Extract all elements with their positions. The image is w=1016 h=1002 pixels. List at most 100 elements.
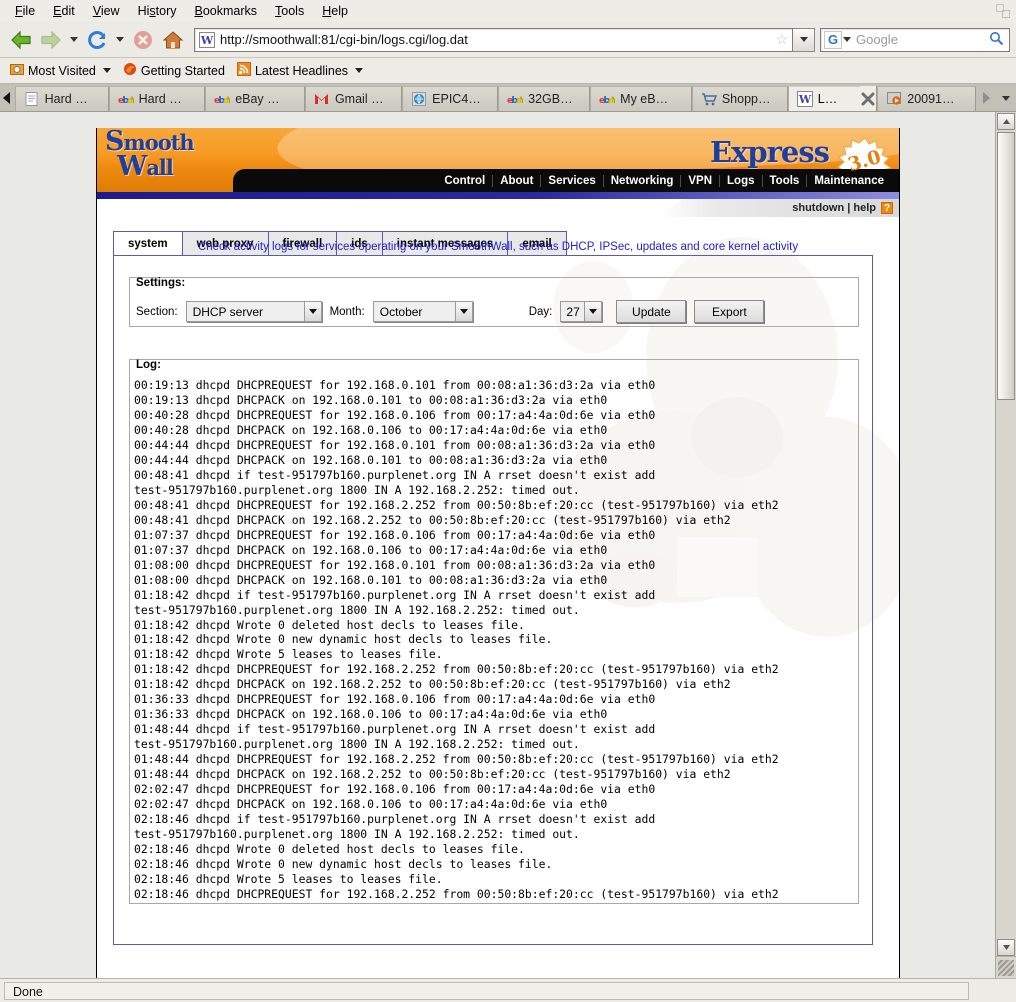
log-line: 02:02:47 dhcpd DHCPACK on 192.168.0.106 …: [134, 797, 854, 812]
log-line: 01:08:00 dhcpd DHCPREQUEST for 192.168.0…: [134, 558, 854, 573]
reload-button[interactable]: [82, 25, 112, 55]
chevron-down-icon[interactable]: [584, 302, 601, 321]
tab-label: Hard Dri...: [139, 92, 189, 106]
bookmark-latest-headlines[interactable]: Latest Headlines: [233, 60, 371, 81]
close-tab-icon[interactable]: [860, 86, 877, 111]
log-line: 00:19:13 dhcpd DHCPACK on 192.168.0.101 …: [134, 393, 854, 408]
browser-tab-9[interactable]: 2009103...: [877, 86, 976, 111]
smoothwall-main-nav: Control About Services Networking VPN Lo…: [233, 169, 899, 192]
menu-item-edit[interactable]: Edit: [44, 3, 84, 19]
url-history-dropdown-icon[interactable]: [793, 28, 815, 52]
browser-tab-5[interactable]: ebaY 32GB, S...: [498, 86, 590, 111]
menu-item-view[interactable]: View: [84, 3, 129, 19]
ebay-icon: ebaY: [507, 91, 523, 107]
export-button[interactable]: Export: [694, 300, 764, 323]
svg-text:W: W: [200, 34, 214, 47]
update-button[interactable]: Update: [616, 300, 686, 323]
search-engine-dropdown-icon[interactable]: [843, 37, 851, 42]
page-description: Check activity logs for services operati…: [97, 241, 899, 253]
url-text[interactable]: http://smoothwall:81/cgi-bin/logs.cgi/lo…: [220, 32, 775, 47]
log-line: 01:36:33 dhcpd DHCPACK on 192.168.0.106 …: [134, 707, 854, 722]
help-badge-icon[interactable]: ?: [881, 202, 893, 214]
tab-label: Gmail - I...: [335, 92, 385, 106]
log-line: test-951797b160.purplenet.org 1800 IN A …: [134, 483, 854, 498]
shutdown-help-link[interactable]: shutdown | help: [792, 202, 876, 214]
tab-label: Log ...: [818, 92, 844, 106]
smoothwall-logo[interactable]: Smooth Wall: [105, 131, 191, 179]
reload-dropdown-icon[interactable]: [112, 25, 128, 55]
nav-item-about[interactable]: About: [493, 175, 541, 187]
menu-item-bookmarks[interactable]: Bookmarks: [186, 3, 267, 19]
back-forward-dropdown-icon[interactable]: [66, 25, 82, 55]
page-favicon-icon: W: [197, 30, 217, 50]
bookmarks-toolbar: Most Visited Getting Started Latest Head…: [0, 58, 1016, 84]
search-icon[interactable]: [989, 31, 1004, 49]
tab-label: 2009103...: [907, 92, 959, 106]
chevron-down-icon[interactable]: [455, 302, 472, 321]
menu-item-history[interactable]: History: [129, 3, 186, 19]
section-select[interactable]: DHCP server: [186, 301, 322, 322]
browser-tab-6[interactable]: ebaY My eBay ...: [590, 86, 692, 111]
month-value: October: [380, 305, 423, 319]
scroll-up-icon[interactable]: [997, 113, 1015, 130]
bookmark-most-visited[interactable]: Most Visited: [6, 60, 119, 81]
nav-item-control[interactable]: Control: [437, 175, 493, 187]
url-bar[interactable]: W http://smoothwall:81/cgi-bin/logs.cgi/…: [194, 28, 793, 52]
tab-label: 32GB, S...: [528, 92, 573, 106]
window-resize-icon[interactable]: [996, 4, 1010, 18]
menu-item-help[interactable]: Help: [313, 3, 357, 19]
stop-button[interactable]: [128, 25, 158, 55]
bookmark-getting-started[interactable]: Getting Started: [119, 60, 233, 81]
tab-scroll-left-icon[interactable]: [0, 85, 15, 111]
section-value: DHCP server: [193, 305, 263, 319]
menu-item-tools[interactable]: Tools: [266, 3, 313, 19]
browser-tab-0[interactable]: Hard Dri...: [15, 86, 109, 111]
tab-list-dropdown-icon[interactable]: [996, 85, 1016, 111]
nav-item-networking[interactable]: Networking: [604, 175, 682, 187]
scrollbar-thumb[interactable]: [997, 132, 1015, 400]
page-scrollbar-vertical[interactable]: [995, 112, 1016, 978]
log-line: 01:18:42 dhcpd DHCPACK on 192.168.2.252 …: [134, 677, 854, 692]
smoothwall-page: Smooth Wall Express 3.0 Control About Se…: [96, 128, 900, 978]
bookmark-star-icon[interactable]: ☆: [775, 31, 788, 48]
page-viewport: Smooth Wall Express 3.0 Control About Se…: [0, 112, 1016, 978]
scroll-down-icon[interactable]: [997, 939, 1015, 956]
log-line: 01:07:37 dhcpd DHCPACK on 192.168.0.106 …: [134, 543, 854, 558]
home-button[interactable]: [158, 25, 188, 55]
browser-tab-8-active[interactable]: W Log ...: [788, 86, 860, 111]
chevron-down-icon[interactable]: [304, 302, 321, 321]
log-line: test-951797b160.purplenet.org 1800 IN A …: [134, 827, 854, 842]
chevron-down-icon[interactable]: [355, 68, 363, 73]
search-input[interactable]: Google: [851, 32, 989, 47]
nav-item-services[interactable]: Services: [541, 175, 603, 187]
browser-tab-2[interactable]: ebaY eBay Sel...: [205, 86, 305, 111]
search-engine-icon[interactable]: G: [824, 31, 842, 49]
settings-row: Section: DHCP server Month: October Day:: [136, 300, 772, 323]
month-select[interactable]: October: [373, 301, 473, 322]
browser-window: File Edit View History Bookmarks Tools H…: [0, 0, 1016, 1002]
tab-scroll-right-icon[interactable]: [976, 85, 996, 111]
menu-item-file[interactable]: File: [6, 3, 44, 19]
log-output[interactable]: 00:19:13 dhcpd DHCPREQUEST for 192.168.0…: [134, 378, 854, 901]
browser-tab-1[interactable]: ebaY Hard Dri...: [109, 86, 206, 111]
subtab-underline: [113, 255, 873, 256]
browser-tab-3[interactable]: Gmail - I...: [305, 86, 402, 111]
window-resize-grip-icon[interactable]: [996, 956, 1016, 978]
logo-text-all: all: [146, 155, 173, 180]
day-select[interactable]: 27: [560, 301, 602, 322]
forward-button[interactable]: [36, 25, 66, 55]
menu-bar: File Edit View History Bookmarks Tools H…: [0, 0, 1016, 22]
tab-strip: Hard Dri... ebaY Hard Dri... ebaY eBay S…: [0, 84, 1016, 112]
chevron-down-icon[interactable]: [103, 68, 111, 73]
nav-item-logs[interactable]: Logs: [720, 175, 762, 187]
search-bar[interactable]: G Google: [820, 28, 1010, 52]
browser-tab-4[interactable]: EPIC4 On...: [402, 86, 498, 111]
log-line: 02:18:46 dhcpd Wrote 5 leases to leases …: [134, 872, 854, 887]
nav-item-tools[interactable]: Tools: [763, 175, 808, 187]
back-button[interactable]: [6, 25, 36, 55]
browser-tab-7[interactable]: Shoppin...: [692, 86, 788, 111]
bookmark-label: Latest Headlines: [255, 64, 348, 78]
header-accent-line: [97, 192, 899, 199]
nav-item-maintenance[interactable]: Maintenance: [807, 175, 891, 187]
nav-item-vpn[interactable]: VPN: [681, 175, 720, 187]
